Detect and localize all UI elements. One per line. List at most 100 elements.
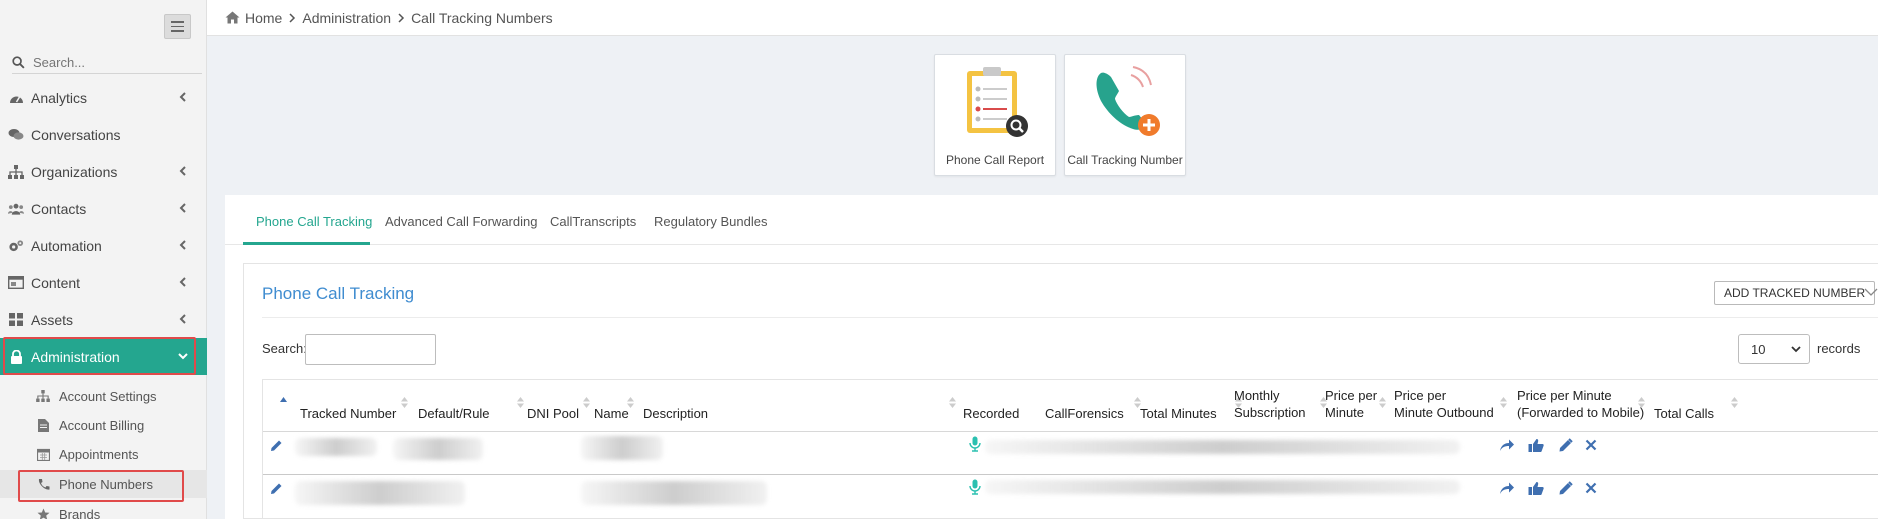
sitemap-icon	[36, 390, 50, 403]
sitemap-icon	[8, 164, 24, 179]
sidebar-search[interactable]	[12, 52, 202, 74]
thumbs-up-icon[interactable]	[1528, 480, 1544, 496]
breadcrumb-administration-link[interactable]: Administration	[302, 10, 391, 26]
redacted-value	[393, 438, 483, 460]
sidebar-subitem-brands[interactable]: Brands	[0, 500, 207, 519]
edit-icon[interactable]	[268, 437, 284, 453]
pencil-icon[interactable]	[1557, 437, 1573, 453]
report-clipboard-icon	[967, 67, 1028, 137]
th-line: Price per	[1394, 388, 1447, 403]
sort-icon[interactable]	[1500, 397, 1507, 408]
table-search-input[interactable]	[305, 334, 436, 365]
redacted-value	[581, 436, 663, 460]
sidebar-item-organizations[interactable]: Organizations	[0, 153, 207, 190]
breadcrumb-home-link[interactable]: Home	[245, 10, 282, 26]
sidebar-item-analytics[interactable]: Analytics	[0, 79, 207, 116]
th-line: Price per	[1325, 388, 1378, 403]
sidebar-subitem-label: Appointments	[59, 446, 139, 462]
th-price-per-minute-forwarded[interactable]: Price per Minute (Forwarded to Mobile)	[1517, 387, 1644, 421]
th-recorded[interactable]: Recorded	[963, 405, 1019, 422]
menu-toggle-button[interactable]	[164, 14, 191, 39]
sort-asc-icon[interactable]	[280, 397, 287, 408]
chevron-left-icon	[179, 277, 186, 287]
pencil-icon[interactable]	[1557, 480, 1573, 496]
sidebar-item-label: Organizations	[31, 163, 118, 180]
calendar-icon	[36, 448, 50, 461]
dashboard-icon	[8, 91, 24, 105]
records-label: records	[1817, 341, 1861, 356]
sidebar-subitem-label: Account Settings	[59, 388, 157, 404]
microphone-icon[interactable]	[967, 436, 983, 452]
share-icon[interactable]	[1499, 437, 1515, 453]
sort-icon[interactable]	[1731, 397, 1738, 408]
redacted-value	[295, 481, 465, 505]
active-tab-indicator	[243, 242, 370, 245]
sort-icon[interactable]	[517, 397, 524, 408]
chevron-left-icon	[179, 240, 186, 250]
th-line: Subscription	[1234, 405, 1306, 420]
sort-icon[interactable]	[949, 397, 956, 408]
share-icon[interactable]	[1499, 480, 1515, 496]
th-default-rule[interactable]: Default/Rule	[418, 405, 490, 422]
sidebar-item-automation[interactable]: Automation	[0, 227, 207, 264]
th-name[interactable]: Name	[594, 405, 629, 422]
th-tracked-number[interactable]: Tracked Number	[300, 405, 396, 422]
sidebar-subitem-account-settings[interactable]: Account Settings	[0, 382, 207, 410]
delete-icon[interactable]	[1583, 480, 1599, 496]
window-icon	[8, 276, 24, 290]
sort-icon[interactable]	[401, 397, 408, 408]
table-row	[263, 475, 1878, 519]
sidebar-subitem-account-billing[interactable]: Account Billing	[0, 411, 207, 439]
chevron-left-icon	[179, 92, 186, 102]
sidebar-item-content[interactable]: Content	[0, 264, 207, 301]
phone-call-report-tile[interactable]: Phone Call Report	[934, 54, 1056, 176]
thumbs-up-icon[interactable]	[1528, 437, 1544, 453]
chevron-down-icon[interactable]	[1864, 287, 1878, 297]
redacted-value	[295, 438, 377, 456]
sidebar-item-label: Conversations	[31, 126, 121, 143]
tracking-table: Tracked Number Default/Rule DNI Pool Nam…	[262, 379, 1878, 519]
tab-calltranscripts[interactable]: CallTranscripts	[550, 214, 636, 229]
add-tracked-number-button[interactable]: ADD TRACKED NUMBER	[1714, 281, 1876, 305]
star-icon	[36, 508, 50, 519]
chevron-right-icon	[289, 12, 296, 23]
records-per-page-value: 10	[1751, 341, 1766, 357]
th-monthly-subscription[interactable]: Monthly Subscription	[1234, 387, 1306, 421]
sidebar-item-conversations[interactable]: Conversations	[0, 116, 207, 153]
sidebar-item-label: Automation	[31, 237, 102, 254]
th-description[interactable]: Description	[643, 405, 708, 422]
sidebar-item-contacts[interactable]: Contacts	[0, 190, 207, 227]
tile-label: Phone Call Report	[945, 153, 1045, 167]
microphone-icon[interactable]	[967, 479, 983, 495]
sidebar-item-assets[interactable]: Assets	[0, 301, 207, 338]
th-price-per-minute[interactable]: Price per Minute	[1325, 387, 1377, 421]
card-title: Phone Call Tracking	[262, 284, 415, 303]
edit-icon[interactable]	[268, 480, 284, 496]
sort-icon[interactable]	[627, 397, 634, 408]
tab-regulatory-bundles[interactable]: Regulatory Bundles	[654, 214, 767, 229]
th-total-calls[interactable]: Total Calls	[1654, 405, 1714, 422]
th-total-minutes[interactable]: Total Minutes	[1140, 405, 1217, 422]
sidebar-subitem-appointments[interactable]: Appointments	[0, 440, 207, 468]
sort-icon[interactable]	[1638, 397, 1645, 408]
delete-icon[interactable]	[1583, 437, 1599, 453]
th-price-per-minute-outbound[interactable]: Price per Minute Outbound	[1394, 387, 1494, 421]
highlight-box	[3, 337, 196, 375]
sort-icon[interactable]	[583, 397, 590, 408]
sort-icon[interactable]	[1379, 397, 1386, 408]
tab-phone-call-tracking[interactable]: Phone Call Tracking	[256, 214, 372, 229]
sidebar-item-label: Assets	[31, 311, 74, 328]
chevron-left-icon	[179, 314, 186, 324]
th-callforensics[interactable]: CallForensics	[1045, 405, 1124, 422]
th-line: Minute	[1325, 405, 1365, 420]
th-line: Monthly	[1234, 388, 1280, 403]
redacted-value	[985, 440, 1460, 454]
sidebar-search-input[interactable]	[33, 55, 193, 70]
tab-advanced-call-forwarding[interactable]: Advanced Call Forwarding	[385, 214, 537, 229]
th-dni-pool[interactable]: DNI Pool	[527, 405, 579, 422]
redacted-value	[581, 481, 767, 505]
main-panel: Phone Call Tracking Advanced Call Forwar…	[225, 195, 1878, 519]
sidebar-subitem-label: Account Billing	[59, 417, 145, 433]
call-tracking-number-tile[interactable]: Call Tracking Number	[1064, 54, 1186, 176]
records-per-page-select[interactable]: 10	[1738, 334, 1810, 364]
